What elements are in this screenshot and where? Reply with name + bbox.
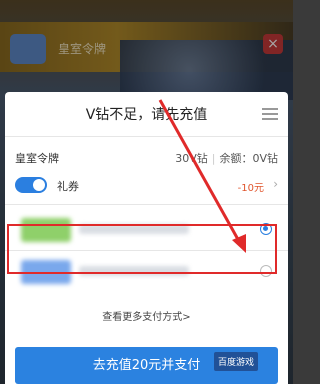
price-info: 30V钻 | 余额：0V钻 — [175, 152, 278, 165]
product-name: 皇室令牌 — [15, 152, 59, 165]
coupon-amount: -10元 — [237, 183, 264, 194]
coupon-label: 礼券 — [57, 180, 79, 193]
balance-text: 余额：0V钻 — [219, 152, 278, 165]
header-divider — [5, 136, 288, 137]
menu-icon[interactable] — [262, 108, 278, 120]
coupon-toggle[interactable] — [15, 177, 47, 193]
watermark-logo: 百度游戏 — [214, 352, 259, 371]
chevron-right-icon: › — [273, 177, 278, 191]
product-price: 30V钻 — [175, 152, 208, 165]
toggle-knob — [33, 179, 45, 191]
sheet-title: V钻不足，请先充值 — [85, 107, 208, 123]
coupon-divider — [5, 204, 288, 205]
annotation-highlight-box — [7, 224, 277, 274]
more-payment-methods-link[interactable]: 查看更多支付方式> — [5, 308, 288, 323]
coupon-row[interactable]: 礼券 -10元 › — [15, 174, 278, 196]
